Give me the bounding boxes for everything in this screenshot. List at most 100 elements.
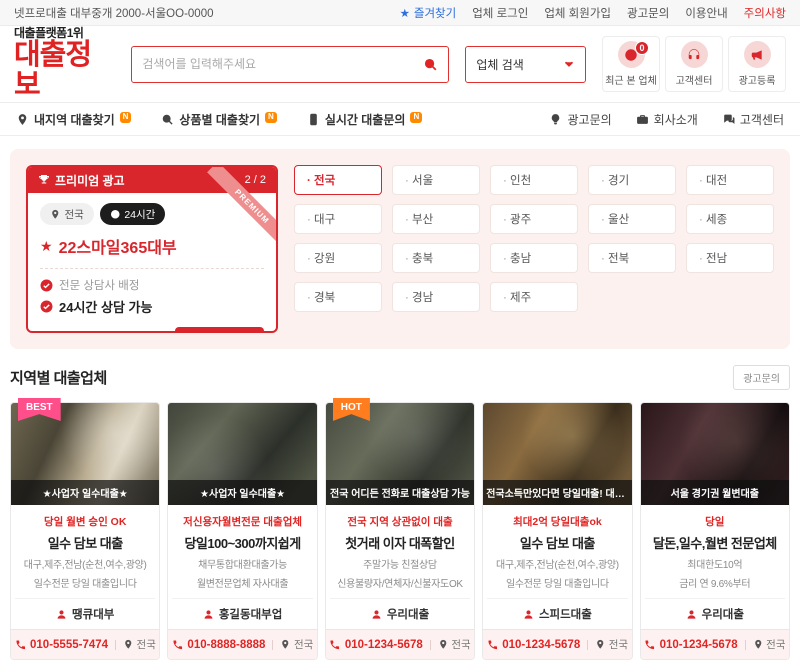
nav-item-ad-inquiry[interactable]: 광고문의 [549, 111, 611, 128]
card-photo: 전국소득만있다면 당일대출! 대한민국... [483, 403, 631, 505]
check-icon [40, 300, 53, 313]
favorites-link[interactable]: ★즐겨찾기 [400, 5, 457, 21]
lender-card[interactable]: 서울 경기권 월변대출 당일 달돈,일수,월변 전문업체 최대한도10억 금리 … [640, 402, 790, 660]
card-title: 일수 담보 대출 [15, 533, 155, 552]
region-button[interactable]: 전국 [294, 165, 382, 195]
card-description: 채무통합대환대출가능 [172, 556, 312, 571]
region-button[interactable]: 서울 [392, 165, 480, 195]
nav-item-loans-by-product[interactable]: 상품별 대출찾기 N [161, 111, 276, 128]
phone-number[interactable]: 010-1234-5678 [329, 639, 423, 651]
star-icon: ★ [40, 238, 53, 255]
card-caption: ★사업자 일수대출★ [168, 480, 316, 505]
recent-companies-button[interactable]: 0 최근 본 업체 [602, 36, 660, 92]
search-icon [423, 57, 438, 72]
region-button[interactable]: 광주 [490, 204, 578, 234]
ad-register-button[interactable]: 광고등록 [728, 36, 786, 92]
topbar-links: ★즐겨찾기 업체 로그인 업체 회원가입 광고문의 이용안내 주의사항 [400, 5, 786, 21]
phone-number[interactable]: 010-1234-5678 [487, 639, 581, 651]
site-header: 대출플랫폼1위 대출정보 업체 검색 0 최근 본 업체 고객센터 광고등록 [0, 26, 800, 102]
person-icon [686, 609, 697, 620]
pin-icon [438, 639, 449, 650]
nav-left-group: 내지역 대출찾기 N 상품별 대출찾기 N 실시간 대출문의 N [16, 111, 422, 128]
region-button[interactable]: 부산 [392, 204, 480, 234]
customer-center-button[interactable]: 고객센터 [665, 36, 723, 92]
phone-number[interactable]: 010-1234-5678 [644, 639, 738, 651]
company-name-row: 우리대출 [645, 598, 785, 629]
phone-number[interactable]: 010-5555-7474 [15, 639, 109, 651]
person-icon [371, 609, 382, 620]
card-title: 일수 담보 대출 [487, 533, 627, 552]
megaphone-icon [744, 41, 771, 68]
nav-item-my-region-loans[interactable]: 내지역 대출찾기 N [16, 111, 131, 128]
region-button[interactable]: 전남 [686, 243, 774, 273]
region-button[interactable]: 울산 [588, 204, 676, 234]
lightbulb-icon [549, 113, 562, 126]
guide-link[interactable]: 이용안내 [685, 5, 727, 21]
card-caption: 전국 어디든 전화로 대출상담 가능 [326, 480, 474, 505]
nav-item-realtime-inquiry[interactable]: 실시간 대출문의 N [307, 111, 422, 128]
region-button[interactable]: 세종 [686, 204, 774, 234]
vendor-signup-link[interactable]: 업체 회원가입 [544, 5, 611, 21]
region-label: 전국 [438, 637, 471, 652]
quick-menu: 0 최근 본 업체 고객센터 광고등록 [602, 36, 786, 92]
new-badge: N [265, 112, 277, 123]
feature-item: 24시간 상담 가능 [40, 297, 264, 316]
region-button[interactable]: 경기 [588, 165, 676, 195]
card-caption: 서울 경기권 월변대출 [641, 480, 789, 505]
premium-ad-counter: 2 / 2 [245, 174, 266, 186]
lender-card[interactable]: 전국소득만있다면 당일대출! 대한민국... 최대2억 당일대출ok 일수 담보… [482, 402, 632, 660]
site-logo[interactable]: 대출플랫폼1위 대출정보 [14, 27, 115, 100]
phone-icon [329, 639, 341, 651]
card-title: 달돈,일수,월변 전문업체 [645, 533, 785, 552]
lender-card[interactable]: BEST ★사업자 일수대출★ 당일 월변 승인 OK 일수 담보 대출 대구,… [10, 402, 160, 660]
card-highlight: 저신용자월변전문 대출업체 [172, 514, 312, 529]
mobile-icon [307, 113, 320, 126]
location-tag: 전국 [40, 203, 94, 225]
card-caption: ★사업자 일수대출★ [11, 480, 159, 505]
region-button[interactable]: 대구 [294, 204, 382, 234]
company-registration-info: 넷프로대출 대부중개 2000-서울OO-0000 [14, 5, 213, 21]
region-button[interactable]: 대전 [686, 165, 774, 195]
phone-number[interactable]: 010-8888-8888 [172, 639, 266, 651]
check-icon [40, 279, 53, 292]
region-button[interactable]: 제주 [490, 282, 578, 312]
region-button[interactable]: 경남 [392, 282, 480, 312]
region-label: 전국 [123, 637, 156, 652]
detail-view-button[interactable]: 자세히보기 → [175, 327, 264, 333]
region-button[interactable]: 충북 [392, 243, 480, 273]
card-footer: 010-1234-5678 전국 [483, 629, 631, 659]
divider [272, 640, 273, 650]
search-button[interactable] [423, 57, 438, 72]
phone-icon [644, 639, 656, 651]
ad-inquiry-link[interactable]: 광고문의 [627, 5, 669, 21]
region-button[interactable]: 강원 [294, 243, 382, 273]
region-button[interactable]: 경북 [294, 282, 382, 312]
region-button[interactable]: 전북 [588, 243, 676, 273]
lender-card[interactable]: ★사업자 일수대출★ 저신용자월변전문 대출업체 당일100~300까지쉽게 채… [167, 402, 317, 660]
nav-item-company-intro[interactable]: 회사소개 [636, 111, 698, 128]
chat-icon [722, 113, 735, 126]
search-type-select[interactable]: 업체 검색 [465, 46, 586, 83]
ad-inquiry-button[interactable]: 광고문의 [733, 365, 790, 390]
card-description: 최대한도10억 [645, 556, 785, 571]
premium-ad-body: 전국 24시간 ★ 22스마일365대부 전문 상담사 배정 24시간 상담 가… [28, 193, 276, 333]
search-input[interactable] [142, 57, 423, 71]
pin-icon [595, 639, 606, 650]
region-button[interactable]: 충남 [490, 243, 578, 273]
pin-icon [16, 113, 29, 126]
caution-link[interactable]: 주의사항 [744, 5, 786, 21]
nav-item-customer-center[interactable]: 고객센터 [722, 111, 784, 128]
card-photo: ★사업자 일수대출★ [11, 403, 159, 505]
briefcase-icon [636, 113, 649, 126]
lender-card[interactable]: HOT 전국 어디든 전화로 대출상담 가능 전국 지역 상관없이 대출 첫거래… [325, 402, 475, 660]
card-footer: 010-5555-7474 전국 [11, 629, 159, 659]
region-button[interactable]: 인천 [490, 165, 578, 195]
divider [430, 640, 431, 650]
premium-ad-card[interactable]: 프리미엄 광고 2 / 2 PREMIUM 전국 24시간 ★ 22스마일365… [26, 165, 278, 333]
recent-count-badge: 0 [635, 41, 649, 55]
card-highlight: 최대2억 당일대출ok [487, 514, 627, 529]
vendor-login-link[interactable]: 업체 로그인 [472, 5, 528, 21]
card-title: 첫거래 이자 대폭할인 [330, 533, 470, 552]
company-name-row: 스피드대출 [487, 598, 627, 629]
person-icon [56, 609, 67, 620]
